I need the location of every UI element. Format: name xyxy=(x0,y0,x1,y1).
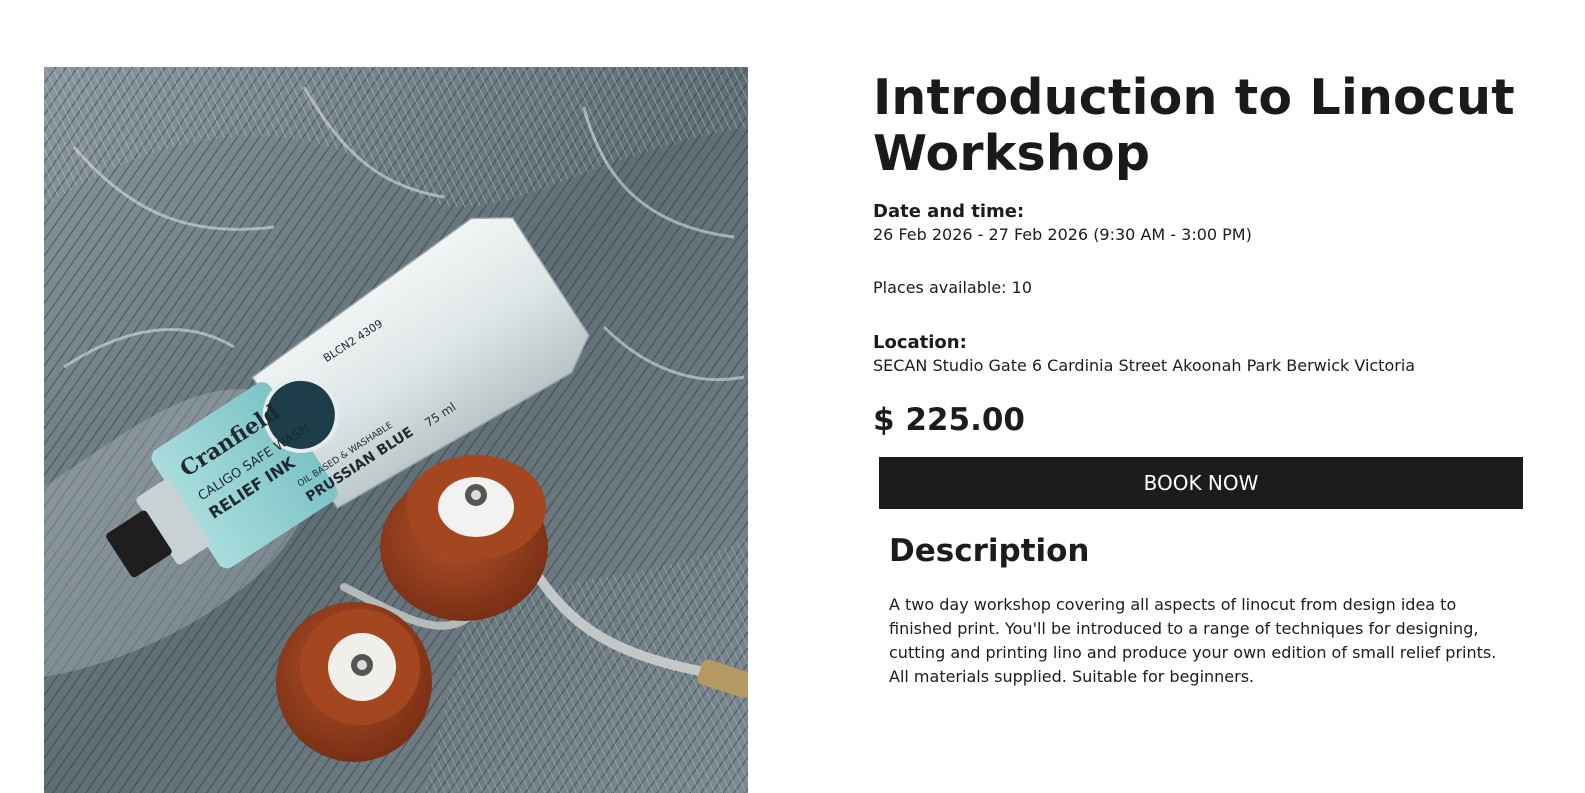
places-available: Places available: 10 xyxy=(873,278,1033,297)
description-heading: Description xyxy=(889,533,1090,569)
location-value: SECAN Studio Gate 6 Cardinia Street Akoo… xyxy=(873,356,1416,375)
event-page: Cranfield CALIGO SAFE WASH RELIEF INK OI… xyxy=(0,0,1585,793)
description-text: A two day workshop covering all aspects … xyxy=(889,595,1497,686)
roller-bottom xyxy=(276,602,432,762)
date-value: 26 Feb 2026 - 27 Feb 2026 (9:30 AM - 3:0… xyxy=(873,225,1252,244)
event-details: Introduction to Linocut Workshop Date an… xyxy=(873,70,1523,689)
description-section: Description A two day workshop covering … xyxy=(889,531,1499,689)
price: $ 225.00 xyxy=(873,402,1025,438)
page-title: Introduction to Linocut Workshop xyxy=(873,69,1515,182)
event-image: Cranfield CALIGO SAFE WASH RELIEF INK OI… xyxy=(44,67,748,793)
book-now-button[interactable]: BOOK NOW xyxy=(879,457,1523,509)
location-label: Location: xyxy=(873,332,967,353)
date-label: Date and time: xyxy=(873,201,1025,222)
